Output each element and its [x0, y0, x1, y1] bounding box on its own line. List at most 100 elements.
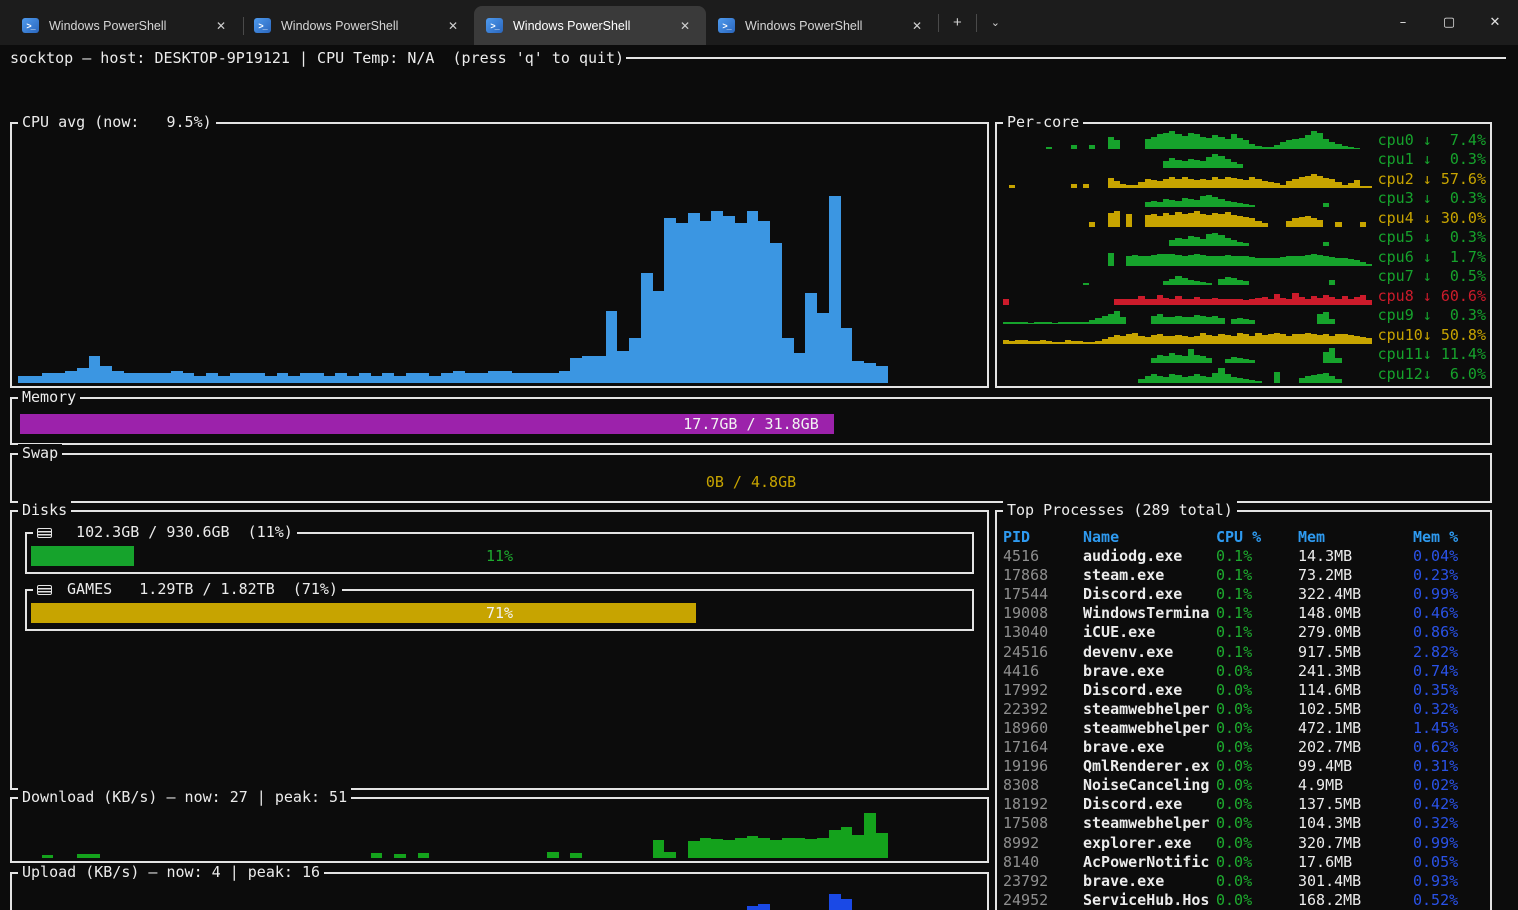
core-sparkline	[1003, 324, 1372, 344]
process-cell-mem: 148.0MB	[1298, 604, 1413, 623]
disks-panel: Disks 102.3GB / 930.6GB (11%)11% GAMES 1…	[10, 510, 989, 790]
process-cell-cpu: 0.1%	[1216, 604, 1298, 623]
process-cell-cpu: 0.0%	[1216, 662, 1298, 681]
process-row: 19008WindowsTermina0.1%148.0MB0.46%	[1003, 604, 1488, 623]
close-button[interactable]: ✕	[1472, 0, 1518, 45]
core-row-cpu11: cpu11↓ 11.4%	[1003, 344, 1486, 364]
maximize-button[interactable]: ▢	[1426, 0, 1472, 45]
core-label: cpu8 ↓ 60.6%	[1372, 287, 1486, 305]
process-cell-mem: 14.3MB	[1298, 547, 1413, 566]
powershell-icon: >_	[22, 18, 39, 33]
core-sparkline	[1003, 246, 1372, 266]
process-cell-mem: 241.3MB	[1298, 662, 1413, 681]
process-cell-memp: 0.99%	[1413, 834, 1488, 853]
process-cell-cpu: 0.1%	[1216, 643, 1298, 662]
process-cell-mem: 322.4MB	[1298, 585, 1413, 604]
swap-gauge: 0B / 4.8GB	[20, 472, 1482, 492]
tab-3[interactable]: >_Windows PowerShell✕	[474, 6, 706, 45]
disk-usage-track: 11%	[31, 546, 968, 566]
process-cell-memp: 0.52%	[1413, 891, 1488, 910]
core-sparkline	[1003, 285, 1372, 305]
process-cell-pid: 8308	[1003, 776, 1083, 795]
core-label: cpu3 ↓ 0.3%	[1372, 189, 1486, 207]
process-cell-mem: 917.5MB	[1298, 643, 1413, 662]
window-controls: – ▢ ✕	[1380, 0, 1518, 45]
process-cell-memp: 0.42%	[1413, 795, 1488, 814]
process-cell-pid: 19196	[1003, 757, 1083, 776]
titlebar[interactable]: >_Windows PowerShell✕>_Windows PowerShel…	[0, 0, 1518, 45]
upload-panel: Upload (KB/s) — now: 4 | peak: 16	[10, 872, 989, 910]
tab-4[interactable]: >_Windows PowerShell✕	[706, 6, 938, 45]
tab-dropdown-button[interactable]: ⌄	[977, 16, 1014, 29]
process-cell-pid: 8140	[1003, 853, 1083, 872]
disk-usage-label: 71%	[31, 603, 968, 623]
process-cell-mem: 320.7MB	[1298, 834, 1413, 853]
process-cell-cpu: 0.0%	[1216, 795, 1298, 814]
core-sparkline	[1003, 207, 1372, 227]
minimize-button[interactable]: –	[1380, 0, 1426, 45]
process-cell-cpu: 0.1%	[1216, 623, 1298, 642]
tab-close-icon[interactable]: ✕	[906, 17, 928, 35]
app-header: socktop — host: DESKTOP-9P19121 | CPU Te…	[10, 49, 1506, 67]
process-cell-name: WindowsTermina	[1083, 604, 1216, 623]
tab-close-icon[interactable]: ✕	[442, 17, 464, 35]
core-label: cpu4 ↓ 30.0%	[1372, 209, 1486, 227]
process-cell-name: AcPowerNotific	[1083, 853, 1216, 872]
core-sparkline	[1003, 344, 1372, 364]
memory-title: Memory	[18, 388, 80, 407]
column-header-pid: PID	[1003, 528, 1083, 547]
process-cell-cpu: 0.0%	[1216, 891, 1298, 910]
process-cell-mem: 4.9MB	[1298, 776, 1413, 795]
tab-1[interactable]: >_Windows PowerShell✕	[10, 6, 242, 45]
tab-close-icon[interactable]: ✕	[674, 17, 696, 35]
column-header-mempct: Mem %	[1413, 528, 1488, 547]
terminal-screen[interactable]: socktop — host: DESKTOP-9P19121 | CPU Te…	[0, 45, 1518, 910]
process-cell-memp: 0.86%	[1413, 623, 1488, 642]
process-cell-pid: 17992	[1003, 681, 1083, 700]
process-row: 8992explorer.exe0.0%320.7MB0.99%	[1003, 834, 1488, 853]
disk-icon	[37, 528, 52, 538]
disk-title-text: GAMES 1.29TB / 1.82TB (71%)	[58, 580, 338, 599]
process-cell-mem: 472.1MB	[1298, 719, 1413, 738]
new-tab-button[interactable]: +	[939, 14, 976, 31]
process-cell-name: Discord.exe	[1083, 585, 1216, 604]
process-cell-memp: 2.82%	[1413, 643, 1488, 662]
upload-chart	[18, 884, 981, 910]
cpu-avg-title: CPU avg (now: 9.5%)	[18, 113, 216, 132]
tab-label: Windows PowerShell	[513, 19, 664, 33]
memory-panel: Memory 17.7GB / 31.8GB	[10, 397, 1492, 445]
core-sparkline	[1003, 305, 1372, 325]
terminal-window: >_Windows PowerShell✕>_Windows PowerShel…	[0, 0, 1518, 910]
process-cell-name: steamwebhelper	[1083, 719, 1216, 738]
process-cell-name: devenv.exe	[1083, 643, 1216, 662]
tab-2[interactable]: >_Windows PowerShell✕	[242, 6, 474, 45]
header-rule	[626, 57, 1506, 59]
process-cell-memp: 0.99%	[1413, 585, 1488, 604]
process-cell-pid: 18960	[1003, 719, 1083, 738]
core-row-cpu4: cpu4 ↓ 30.0%	[1003, 207, 1486, 227]
core-row-cpu9: cpu9 ↓ 0.3%	[1003, 305, 1486, 325]
core-sparkline	[1003, 149, 1372, 169]
process-cell-name: brave.exe	[1083, 738, 1216, 757]
tab-close-icon[interactable]: ✕	[210, 17, 232, 35]
process-cell-name: brave.exe	[1083, 872, 1216, 891]
process-cell-memp: 0.74%	[1413, 662, 1488, 681]
cpu-avg-panel: CPU avg (now: 9.5%)	[10, 122, 989, 388]
process-cell-name: audiodg.exe	[1083, 547, 1216, 566]
core-sparkline	[1003, 129, 1372, 149]
process-cell-mem: 301.4MB	[1298, 872, 1413, 891]
process-row: 4416brave.exe0.0%241.3MB0.74%	[1003, 662, 1488, 681]
process-row: 13040iCUE.exe0.1%279.0MB0.86%	[1003, 623, 1488, 642]
process-cell-mem: 17.6MB	[1298, 853, 1413, 872]
core-row-cpu1: cpu1 ↓ 0.3%	[1003, 149, 1486, 169]
process-cell-pid: 18192	[1003, 795, 1083, 814]
process-rows: 4516audiodg.exe0.1%14.3MB0.04%17868steam…	[1003, 547, 1488, 910]
core-row-cpu3: cpu3 ↓ 0.3%	[1003, 188, 1486, 208]
process-cell-name: ServiceHub.Hos	[1083, 891, 1216, 910]
process-table: PID Name CPU % Mem Mem % 4516audiodg.exe…	[1003, 528, 1488, 910]
per-core-panel: Per-core cpu0 ↓ 7.4%cpu1 ↓ 0.3%cpu2 ↓ 57…	[995, 122, 1492, 388]
process-cell-memp: 1.45%	[1413, 719, 1488, 738]
core-row-cpu7: cpu7 ↓ 0.5%	[1003, 266, 1486, 286]
process-cell-mem: 202.7MB	[1298, 738, 1413, 757]
process-cell-name: brave.exe	[1083, 662, 1216, 681]
